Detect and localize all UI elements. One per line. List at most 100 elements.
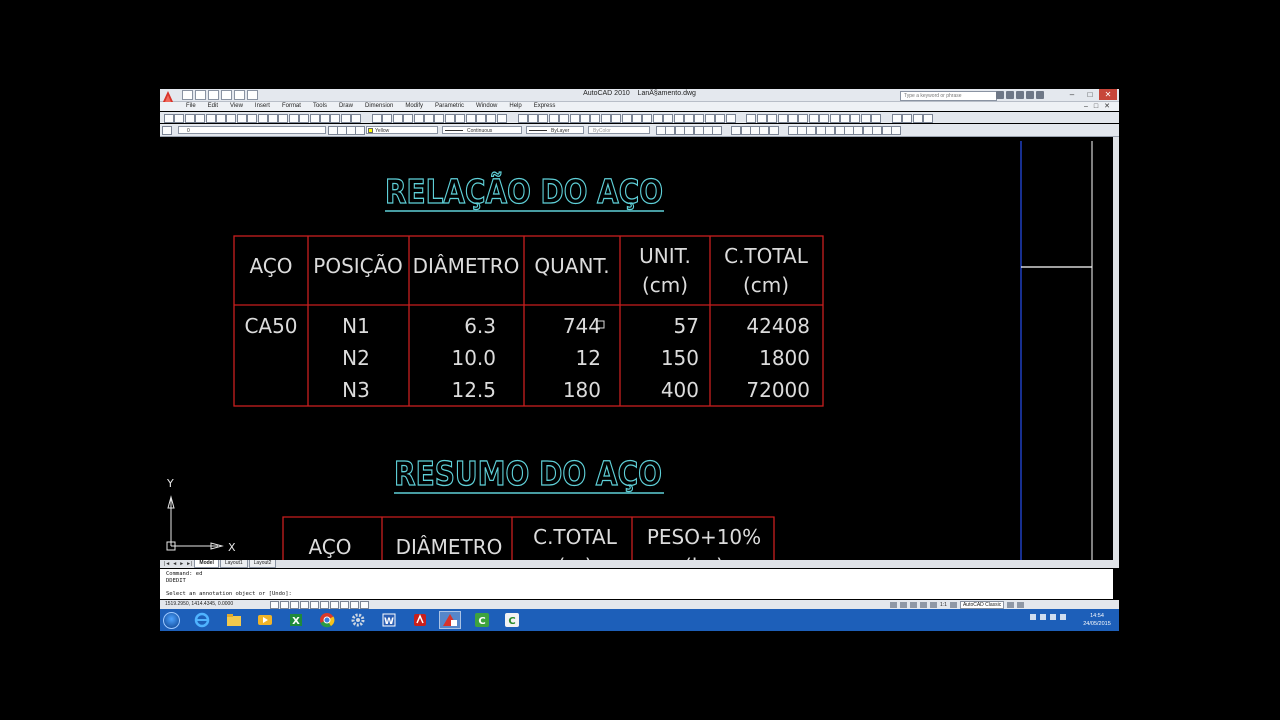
- toolbar-tool-icon[interactable]: [663, 114, 674, 123]
- toolbar-tool-icon[interactable]: [236, 114, 247, 123]
- toolbar-tool-icon[interactable]: [528, 114, 538, 123]
- prev-layout-arrow-icon[interactable]: ◄: [172, 561, 177, 567]
- vertical-scrollbar[interactable]: [1113, 137, 1119, 560]
- toolbar-tool-icon[interactable]: [712, 126, 723, 135]
- toolbar-tool-icon[interactable]: [164, 114, 174, 123]
- toolbar-tool-icon[interactable]: [288, 114, 299, 123]
- toolbar-tool-icon[interactable]: [330, 114, 341, 123]
- toolbar-tool-icon[interactable]: [257, 114, 268, 123]
- zoom-icon[interactable]: [920, 602, 927, 608]
- toolbar-tool-icon[interactable]: [912, 114, 923, 123]
- drafting-toggle-button[interactable]: [360, 601, 369, 609]
- toolbar-tool-icon[interactable]: [767, 114, 778, 123]
- annotation-visibility-icon[interactable]: [949, 602, 957, 608]
- toolbar-tool-icon[interactable]: [205, 114, 216, 123]
- toolbar-tool-icon[interactable]: [684, 114, 694, 123]
- drawing-area[interactable]: RELAÇÃO DO AÇO AÇO POSIÇÃO DIÂMETRO QUANT. U…: [160, 137, 1113, 560]
- toolbar-tool-icon[interactable]: [382, 114, 393, 123]
- toolbar-tool-icon[interactable]: [517, 114, 528, 123]
- menu-help[interactable]: Help: [509, 102, 521, 111]
- toolbar-tool-icon[interactable]: [355, 126, 365, 135]
- autocad-taskbar-icon[interactable]: [439, 611, 461, 629]
- toolbar-tool-icon[interactable]: [559, 114, 570, 123]
- toolbar-tool-icon[interactable]: [174, 114, 185, 123]
- tab-layout1[interactable]: Layout1: [219, 560, 248, 568]
- camtasia-recorder-icon[interactable]: C: [504, 612, 520, 628]
- toolbar-tool-icon[interactable]: [798, 114, 809, 123]
- layer-dropdown[interactable]: 0: [178, 126, 326, 134]
- toolbar-tool-icon[interactable]: [725, 114, 736, 123]
- media-player-icon[interactable]: [257, 612, 273, 628]
- lineweight-dropdown[interactable]: ByLayer: [526, 126, 584, 134]
- camtasia-icon[interactable]: C: [474, 612, 490, 628]
- toolbar-tool-icon[interactable]: [403, 114, 414, 123]
- internet-explorer-icon[interactable]: [194, 612, 210, 628]
- toolbar-tool-icon[interactable]: [673, 114, 684, 123]
- drafting-toggle-button[interactable]: [280, 601, 289, 609]
- toolbar-tool-icon[interactable]: [216, 114, 226, 123]
- toolbar-tool-icon[interactable]: [320, 114, 330, 123]
- quick-view-layouts-icon[interactable]: [900, 602, 907, 608]
- toolbar-tool-icon[interactable]: [309, 114, 320, 123]
- menu-window[interactable]: Window: [476, 102, 497, 111]
- model-space-icon[interactable]: [890, 602, 897, 608]
- toolbar-tool-icon[interactable]: [892, 114, 902, 123]
- toolbar-tool-icon[interactable]: [642, 114, 653, 123]
- toolbar-tool-icon[interactable]: [413, 114, 424, 123]
- toolbar-tool-icon[interactable]: [226, 114, 237, 123]
- toolbar-tool-icon[interactable]: [496, 114, 507, 123]
- workspace-switch[interactable]: AutoCAD Classic: [959, 601, 1005, 609]
- toolbar-tool-icon[interactable]: [611, 114, 622, 123]
- maximize-button[interactable]: □: [1081, 89, 1099, 100]
- color-dropdown[interactable]: Yellow: [366, 126, 438, 134]
- drafting-toggle-button[interactable]: [320, 601, 329, 609]
- toolbar-tool-icon[interactable]: [850, 114, 861, 123]
- drafting-toggle-button[interactable]: [290, 601, 299, 609]
- toolbar-tool-icon[interactable]: [184, 114, 195, 123]
- drafting-toggle-button[interactable]: [300, 601, 309, 609]
- menu-express[interactable]: Express: [534, 102, 556, 111]
- toolbar-tool-icon[interactable]: [486, 114, 497, 123]
- drafting-toggle-button[interactable]: [330, 601, 339, 609]
- help-icon[interactable]: [1036, 91, 1044, 99]
- toolbar-tool-icon[interactable]: [871, 114, 882, 123]
- tab-model[interactable]: Model: [194, 560, 219, 568]
- toolbar-tool-icon[interactable]: [569, 114, 580, 123]
- toolbar-tool-icon[interactable]: [247, 114, 258, 123]
- tray-arrow-icon[interactable]: [1030, 614, 1036, 620]
- subscription-icon[interactable]: [1016, 91, 1024, 99]
- star-icon[interactable]: [1026, 91, 1034, 99]
- toolbar-tool-icon[interactable]: [372, 114, 382, 123]
- steering-wheel-icon[interactable]: [930, 602, 937, 608]
- toolbar-tool-icon[interactable]: [756, 114, 767, 123]
- toolbar-tool-icon[interactable]: [590, 114, 601, 123]
- linetype-dropdown[interactable]: Continuous: [442, 126, 522, 134]
- pan-icon[interactable]: [910, 602, 917, 608]
- drafting-toggle-button[interactable]: [310, 601, 319, 609]
- minimize-button[interactable]: –: [1063, 89, 1081, 100]
- toolbar-tool-icon[interactable]: [465, 114, 476, 123]
- toolbar-tool-icon[interactable]: [392, 114, 403, 123]
- lock-icon[interactable]: [1007, 602, 1015, 608]
- toolbar-tool-icon[interactable]: [808, 114, 819, 123]
- toolbar-tool-icon[interactable]: [768, 126, 779, 135]
- command-window[interactable]: Command: ed DDEDIT Select an annotation …: [160, 569, 1113, 599]
- last-layout-arrow-icon[interactable]: ►|: [186, 561, 192, 567]
- menu-file[interactable]: File: [186, 102, 196, 111]
- menu-tools[interactable]: Tools: [313, 102, 327, 111]
- menu-edit[interactable]: Edit: [208, 102, 218, 111]
- binoculars-icon[interactable]: [996, 91, 1004, 99]
- menu-modify[interactable]: Modify: [405, 102, 423, 111]
- word-icon[interactable]: W: [381, 612, 397, 628]
- toolbar-tool-icon[interactable]: [268, 114, 278, 123]
- menu-view[interactable]: View: [230, 102, 243, 111]
- toolbar-tool-icon[interactable]: [580, 114, 590, 123]
- close-button[interactable]: ✕: [1099, 89, 1117, 100]
- toolbar-tool-icon[interactable]: [923, 114, 934, 123]
- toolbar-tool-icon[interactable]: [162, 126, 172, 135]
- plotstyle-dropdown[interactable]: ByColor: [588, 126, 650, 134]
- toolbar-tool-icon[interactable]: [195, 114, 206, 123]
- toolbar-tool-icon[interactable]: [444, 114, 455, 123]
- menu-format[interactable]: Format: [282, 102, 301, 111]
- excel-icon[interactable]: X: [288, 612, 304, 628]
